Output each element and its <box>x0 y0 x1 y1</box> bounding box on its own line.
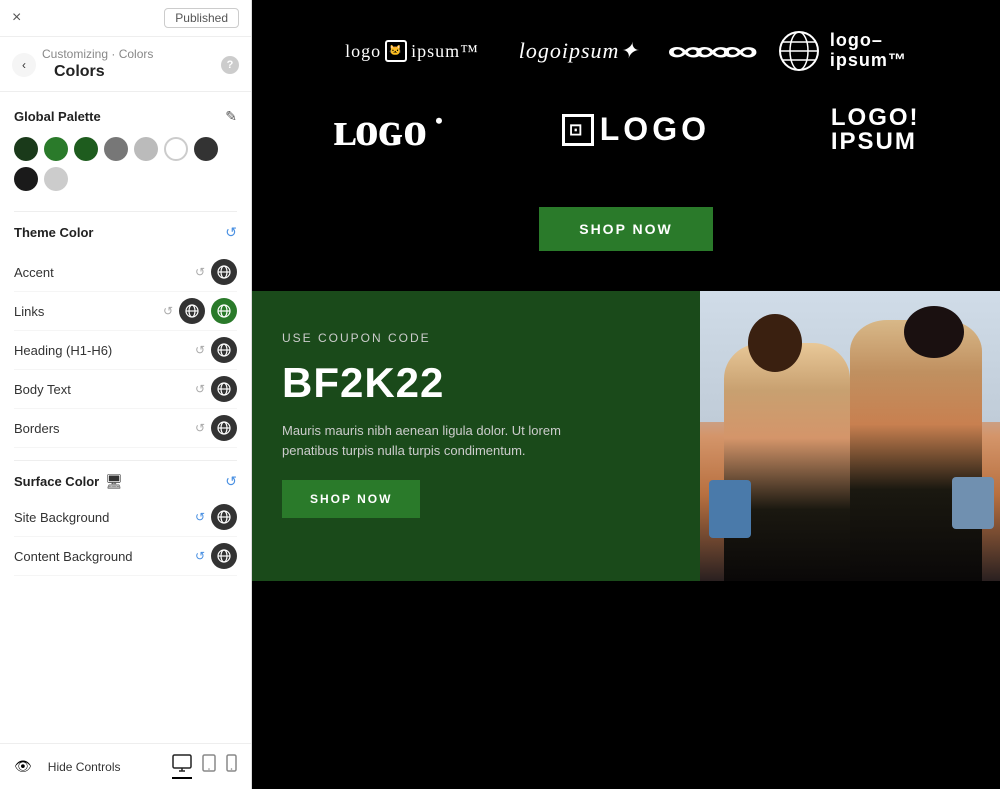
close-icon[interactable]: × <box>12 9 21 27</box>
links-actions: ↺ <box>163 298 237 324</box>
body-text-reset-icon[interactable]: ↺ <box>195 382 205 396</box>
logo-6: ⊡ LOGO <box>562 111 710 148</box>
mobile-icon[interactable] <box>226 754 237 779</box>
monitor-icon: 🖥 <box>105 473 123 490</box>
logo-7: LOGO! IPSUM <box>831 106 920 154</box>
coupon-code: BF2K22 <box>282 359 670 407</box>
back-button[interactable]: ‹ <box>12 53 36 77</box>
global-palette-title: Global Palette <box>14 109 101 124</box>
preview-area: logo 🐱 ipsum™ logoipsum✦ ∞∞∞ <box>252 0 1000 789</box>
logo-5: ʟᴏɢᴏ • <box>332 102 440 157</box>
swatch-6[interactable] <box>194 137 218 161</box>
accent-reset-icon[interactable]: ↺ <box>195 265 205 279</box>
coupon-content: USE COUPON CODE BF2K22 Mauris mauris nib… <box>252 291 700 581</box>
coupon-description: Mauris mauris nibh aenean ligula dolor. … <box>282 421 582 460</box>
shop-now-coupon-button[interactable]: SHOP NOW <box>282 480 420 518</box>
accent-color-button[interactable] <box>211 259 237 285</box>
logos-row-1: logo 🐱 ipsum™ logoipsum✦ ∞∞∞ <box>272 30 980 72</box>
theme-divider <box>14 460 237 461</box>
surface-color-header: Surface Color 🖥 ↺ <box>14 473 237 490</box>
swatch-0[interactable] <box>14 137 38 161</box>
panel-nav: ‹ Customizing · Colors Colors ? <box>0 37 251 92</box>
heading-color-button[interactable] <box>211 337 237 363</box>
heading-reset-icon[interactable]: ↺ <box>195 343 205 357</box>
site-bg-color-button[interactable] <box>211 504 237 530</box>
hide-controls-button[interactable]: Hide Controls <box>48 760 121 774</box>
logo-2: logoipsum✦ <box>519 38 639 64</box>
swatch-3[interactable] <box>104 137 128 161</box>
accent-actions: ↺ <box>195 259 237 285</box>
tablet-icon[interactable] <box>202 754 216 779</box>
desktop-icon[interactable] <box>172 754 192 779</box>
links-label: Links <box>14 304 163 319</box>
logo-4: logo– ipsum™ <box>778 30 907 72</box>
borders-row: Borders ↺ <box>14 409 237 448</box>
heading-actions: ↺ <box>195 337 237 363</box>
site-bg-row: Site Background ↺ <box>14 498 237 537</box>
coupon-section: USE COUPON CODE BF2K22 Mauris mauris nib… <box>252 291 1000 581</box>
global-palette-header: Global Palette ✎ <box>14 108 237 125</box>
edit-palette-icon[interactable]: ✎ <box>225 108 237 125</box>
swatch-1[interactable] <box>44 137 68 161</box>
accent-label: Accent <box>14 265 195 280</box>
borders-reset-icon[interactable]: ↺ <box>195 421 205 435</box>
surface-title-group: Surface Color 🖥 <box>14 473 123 490</box>
logo-3: ∞∞∞ <box>679 30 738 72</box>
body-text-label: Body Text <box>14 382 195 397</box>
customizer-panel: × Published ‹ Customizing · Colors Color… <box>0 0 252 789</box>
logos-section: logo 🐱 ipsum™ logoipsum✦ ∞∞∞ <box>252 0 1000 291</box>
content-bg-actions: ↺ <box>195 543 237 569</box>
logos-row-2: ʟᴏɢᴏ • ⊡ LOGO LOGO! IPSUM <box>272 102 980 157</box>
page-title: Colors <box>42 61 215 83</box>
logo-1: logo 🐱 ipsum™ <box>345 40 479 62</box>
swatch-7[interactable] <box>14 167 38 191</box>
body-text-color-button[interactable] <box>211 376 237 402</box>
heading-label: Heading (H1-H6) <box>14 343 195 358</box>
topbar-left: × <box>12 9 21 27</box>
borders-color-button[interactable] <box>211 415 237 441</box>
links-color-button-active[interactable] <box>211 298 237 324</box>
links-color-button-global[interactable] <box>179 298 205 324</box>
surface-color-title: Surface Color <box>14 474 99 489</box>
borders-label: Borders <box>14 421 195 436</box>
coupon-label: USE COUPON CODE <box>282 331 670 345</box>
help-icon[interactable]: ? <box>221 56 239 74</box>
theme-color-header: Theme Color ↺ <box>14 224 237 241</box>
published-badge: Published <box>164 8 239 28</box>
borders-actions: ↺ <box>195 415 237 441</box>
body-text-actions: ↺ <box>195 376 237 402</box>
content-bg-row: Content Background ↺ <box>14 537 237 576</box>
theme-color-title: Theme Color <box>14 225 93 240</box>
content-bg-label: Content Background <box>14 549 195 564</box>
coupon-image <box>700 291 1000 581</box>
heading-row: Heading (H1-H6) ↺ <box>14 331 237 370</box>
panel-content: Global Palette ✎ Theme Color ↺ Accent ↺ <box>0 92 251 743</box>
panel-bottombar: 👁 Hide Controls <box>0 743 251 789</box>
links-reset-icon[interactable]: ↺ <box>163 304 173 318</box>
swatch-4[interactable] <box>134 137 158 161</box>
device-icons <box>172 754 237 779</box>
links-row: Links ↺ <box>14 292 237 331</box>
content-bg-reset-icon[interactable]: ↺ <box>195 549 205 563</box>
site-bg-reset-icon[interactable]: ↺ <box>195 510 205 524</box>
content-bg-color-button[interactable] <box>211 543 237 569</box>
swatch-2[interactable] <box>74 137 98 161</box>
panel-topbar: × Published <box>0 0 251 37</box>
site-bg-label: Site Background <box>14 510 195 525</box>
palette-divider <box>14 211 237 212</box>
swatches-row <box>14 137 237 191</box>
accent-row: Accent ↺ <box>14 253 237 292</box>
breadcrumb: Customizing · Colors <box>42 47 215 61</box>
shop-now-hero-button[interactable]: SHOP NOW <box>539 207 713 251</box>
site-bg-actions: ↺ <box>195 504 237 530</box>
body-text-row: Body Text ↺ <box>14 370 237 409</box>
swatch-5[interactable] <box>164 137 188 161</box>
theme-reset-icon[interactable]: ↺ <box>225 224 237 241</box>
swatch-8[interactable] <box>44 167 68 191</box>
surface-reset-icon[interactable]: ↺ <box>225 473 237 490</box>
